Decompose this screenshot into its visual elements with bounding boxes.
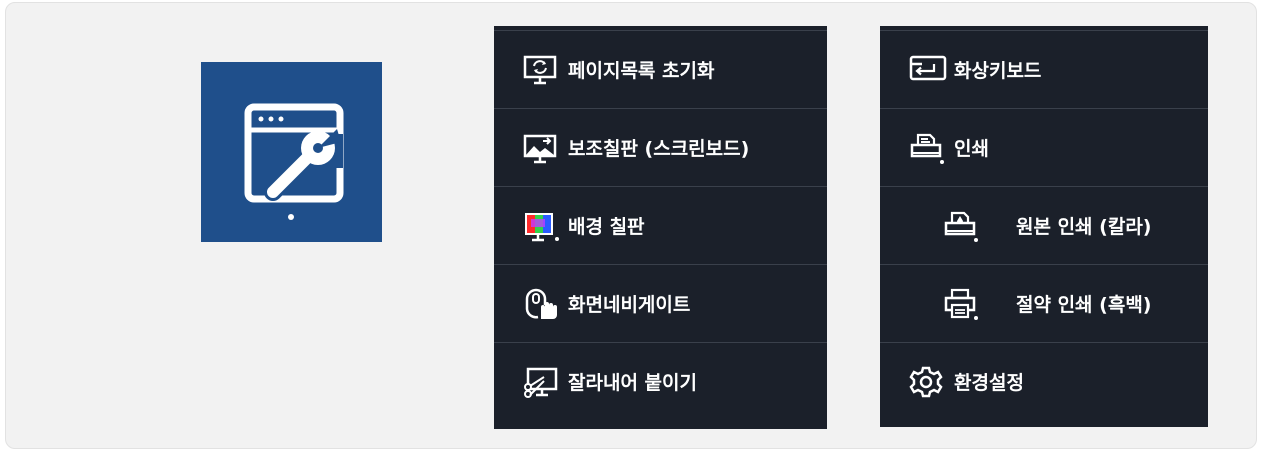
screen-navigate-label: 화면네비게이트 [568, 294, 691, 316]
screen-navigate-item[interactable]: 화면네비게이트 [494, 265, 827, 343]
gear-icon [908, 365, 948, 399]
monitor-refresh-icon [522, 53, 562, 87]
mono-printer-icon [942, 287, 982, 321]
background-board-item[interactable]: 배경 칠판 [494, 187, 827, 265]
background-board-label: 배경 칠판 [568, 216, 645, 238]
settings-label: 환경설정 [954, 372, 1024, 394]
cut-paste-label: 잘라내어 붙이기 [568, 372, 697, 394]
reset-page-list-item[interactable]: 페이지목록 초기화 [494, 31, 827, 109]
keyboard-enter-icon [908, 53, 948, 87]
toolbox-tile[interactable] [201, 62, 382, 242]
cut-paste-item[interactable]: 잘라내어 붙이기 [494, 343, 827, 420]
color-print-label: 원본 인쇄 (칼라) [1016, 216, 1152, 238]
color-printer-icon [942, 209, 982, 243]
printer-icon [908, 131, 948, 165]
print-item[interactable]: 인쇄 [880, 109, 1208, 187]
mono-print-label: 절약 인쇄 (흑백) [1016, 294, 1152, 316]
screenboard-label: 보조칠판 (스크린보드) [568, 138, 750, 160]
onscreen-keyboard-item[interactable]: 화상키보드 [880, 31, 1208, 109]
left-menu: 페이지목록 초기화 보조칠판 (스크린보드) 배경 칠판 화면네비게이트 잘라내… [494, 26, 827, 429]
print-label: 인쇄 [954, 138, 989, 160]
mouse-hand-icon [522, 287, 562, 321]
cut-paste-icon [522, 365, 562, 399]
window-wrench-icon [244, 103, 344, 220]
color-print-item[interactable]: 원본 인쇄 (칼라) [880, 187, 1208, 265]
screenboard-icon [522, 131, 562, 165]
settings-item[interactable]: 환경설정 [880, 343, 1208, 420]
screenboard-item[interactable]: 보조칠판 (스크린보드) [494, 109, 827, 187]
right-menu: 화상키보드 인쇄 원본 인쇄 (칼라) 절약 인쇄 (흑백) 환경설정 [880, 26, 1208, 427]
color-board-icon [522, 209, 562, 243]
onscreen-keyboard-label: 화상키보드 [954, 60, 1042, 82]
reset-page-list-label: 페이지목록 초기화 [568, 60, 715, 82]
mono-print-item[interactable]: 절약 인쇄 (흑백) [880, 265, 1208, 343]
